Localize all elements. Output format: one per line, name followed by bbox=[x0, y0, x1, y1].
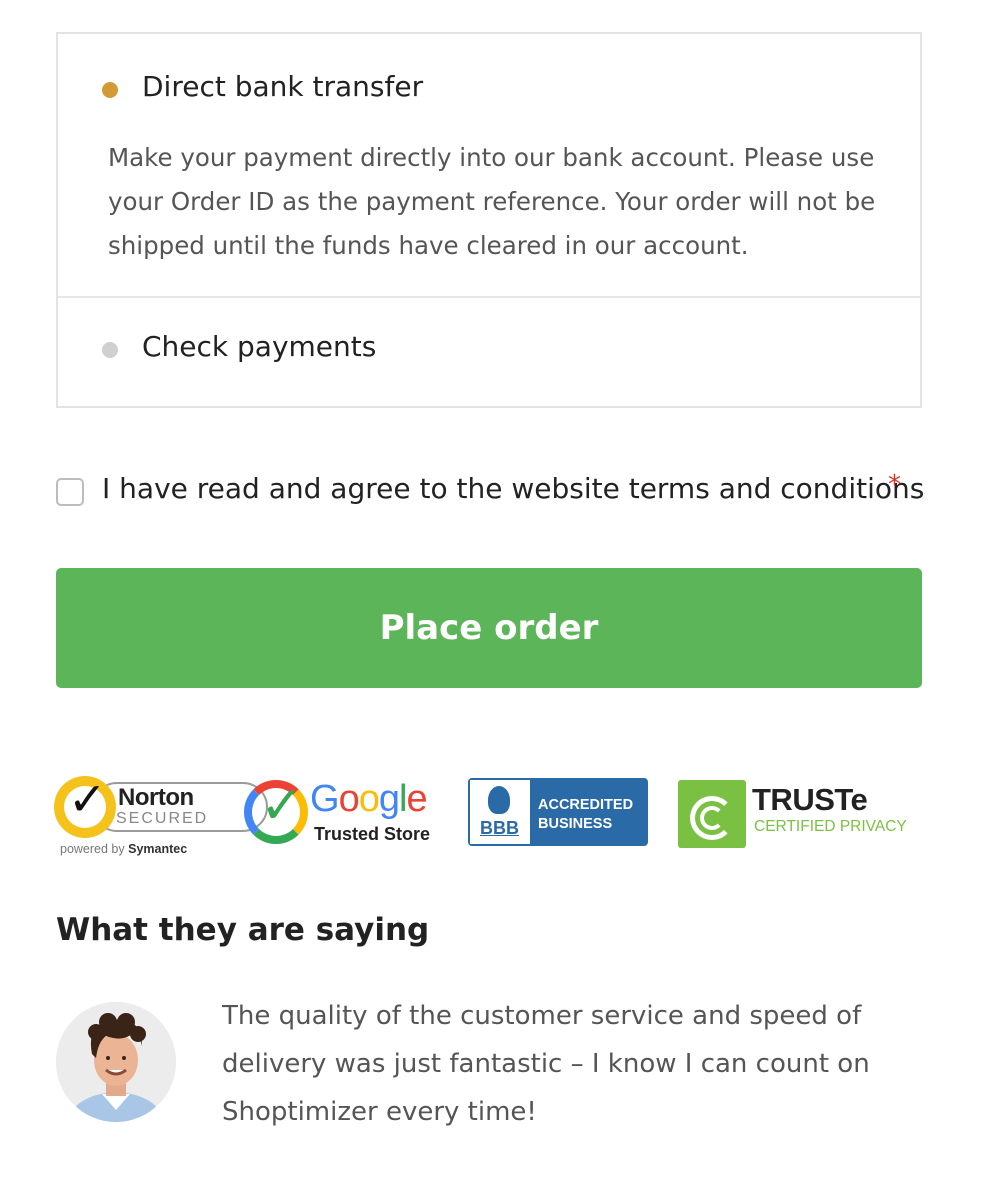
checkout-page: Direct bank transfer Make your payment d… bbox=[0, 0, 984, 1194]
google-wordmark: Google bbox=[310, 778, 428, 820]
google-subtitle: Trusted Store bbox=[314, 824, 431, 844]
truste-certified-badge: TRUSTe CERTIFIED PRIVACY bbox=[678, 778, 926, 848]
terms-agreement: I have read and agree to the website ter… bbox=[56, 470, 936, 510]
payment-methods-box: Direct bank transfer Make your payment d… bbox=[56, 32, 922, 408]
bbb-torch-icon bbox=[488, 786, 510, 814]
google-check-icon: ✓ bbox=[260, 776, 304, 836]
norton-secured: SECURED bbox=[116, 810, 209, 827]
payment-method-description: Make your payment directly into our bank… bbox=[108, 143, 876, 260]
payment-method-title: Direct bank transfer bbox=[142, 70, 424, 103]
bbb-logo-text: BBB bbox=[480, 818, 519, 838]
place-order-button[interactable]: Place order bbox=[56, 568, 922, 688]
google-trusted-store-badge: ✓ Google Trusted Store bbox=[240, 776, 440, 848]
norton-secured-badge: ✓ Norton SECURED powered by Symantec bbox=[52, 770, 268, 858]
bbb-accredited-badge: BBB ACCREDITED BUSINESS bbox=[468, 778, 648, 846]
terms-label[interactable]: I have read and agree to the website ter… bbox=[102, 472, 924, 505]
required-marker: * bbox=[888, 470, 901, 500]
norton-powered-by: powered by Symantec bbox=[60, 842, 188, 856]
unselected-radio-dot-icon[interactable] bbox=[102, 342, 118, 358]
testimonial-quote: The quality of the customer service and … bbox=[222, 1001, 870, 1127]
payment-method-bank-transfer[interactable]: Direct bank transfer Make your payment d… bbox=[58, 34, 920, 296]
bbb-accredited-text: ACCREDITED BUSINESS bbox=[538, 797, 634, 832]
payment-method-check[interactable]: Check payments bbox=[58, 296, 920, 408]
truste-brand: TRUSTe bbox=[752, 782, 868, 817]
selected-radio-dot-icon[interactable] bbox=[102, 82, 118, 98]
truste-logo-icon bbox=[678, 780, 746, 848]
testimonials-heading: What they are saying bbox=[56, 912, 430, 948]
payment-method-title: Check payments bbox=[142, 330, 377, 363]
norton-checkmark-icon: ✓ bbox=[54, 772, 116, 838]
terms-checkbox[interactable] bbox=[56, 478, 84, 506]
avatar bbox=[56, 1002, 176, 1122]
avatar-portrait-icon bbox=[56, 1002, 176, 1122]
norton-brand: Norton bbox=[118, 784, 194, 811]
truste-subtitle: CERTIFIED PRIVACY bbox=[754, 818, 907, 835]
